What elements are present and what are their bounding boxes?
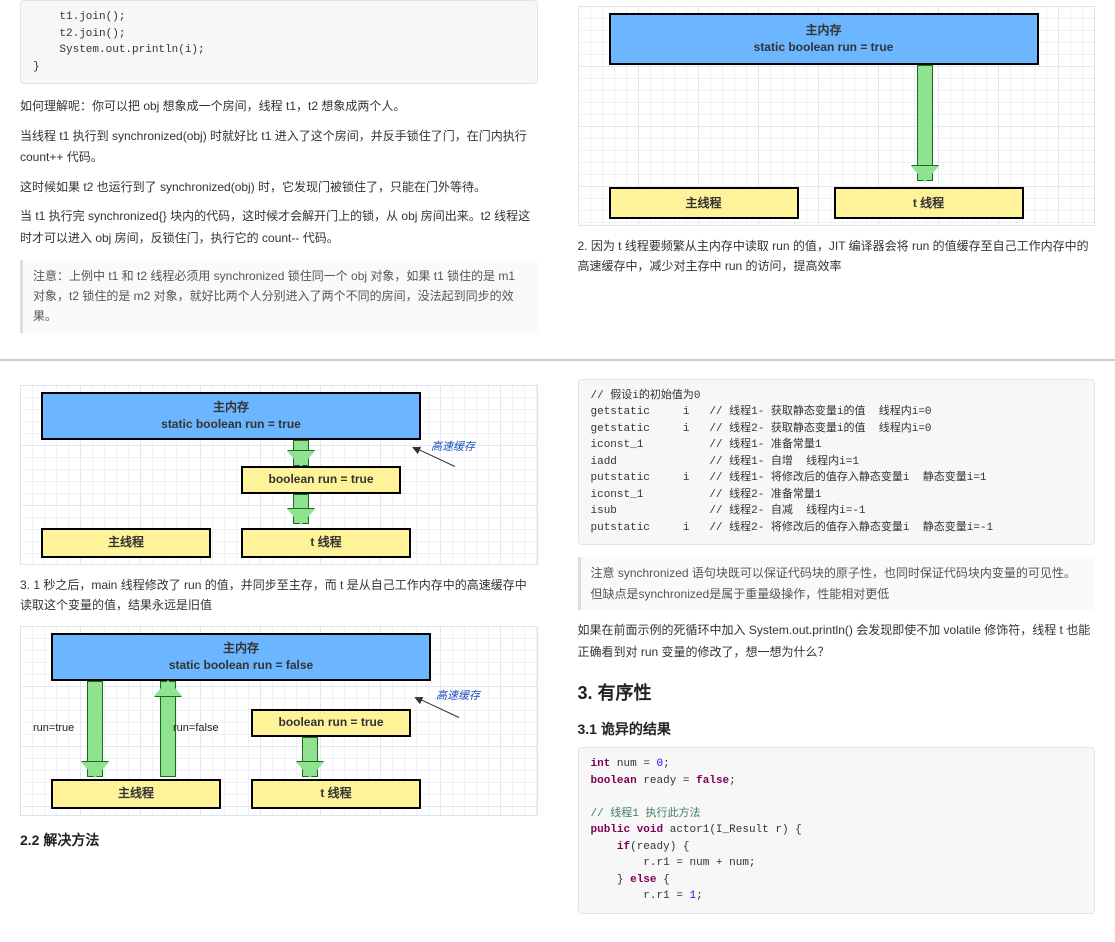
note-block: 注意：上例中 t1 和 t2 线程必须用 synchronized 锁住同一个 …	[20, 260, 538, 333]
paragraph: 当线程 t1 执行到 synchronized(obj) 时就好比 t1 进入了…	[20, 126, 538, 169]
edge-label: run=false	[173, 722, 219, 734]
heading-3: 3. 有序性	[578, 679, 1096, 705]
heading-3-1: 3.1 诡异的结果	[578, 719, 1096, 739]
box-cache: boolean run = true	[251, 709, 411, 737]
box-label: boolean run = true	[278, 714, 383, 731]
box-t-thread: t 线程	[251, 779, 421, 809]
box-main-thread: 主线程	[609, 187, 799, 219]
note-block: 注意 synchronized 语句块既可以保证代码块的原子性，也同时保证代码块…	[578, 557, 1096, 610]
page-bottom-left: 主内存 static boolean run = true 高速缓存 boole…	[0, 361, 558, 942]
paragraph: 如何理解呢：你可以把 obj 想象成一个房间，线程 t1，t2 想象成两个人。	[20, 96, 538, 118]
heading-2-2: 2.2 解决方法	[20, 830, 538, 850]
diagram-caption: 2. 因为 t 线程要频繁从主内存中读取 run 的值，JIT 编译器会将 ru…	[578, 236, 1096, 277]
diagram-caption: 3. 1 秒之后，main 线程修改了 run 的值，并同步至主存，而 t 是从…	[20, 575, 538, 616]
box-subtitle: static boolean run = true	[161, 416, 301, 433]
box-cache: boolean run = true	[241, 466, 401, 494]
box-label: 主线程	[118, 785, 154, 802]
box-t-thread: t 线程	[241, 528, 411, 558]
box-main-thread: 主线程	[41, 528, 211, 558]
diagram-memory-1: 主内存 static boolean run = true 主线程 t 线程	[578, 6, 1096, 226]
arrow-down-icon	[298, 737, 322, 777]
diagram-memory-2: 主内存 static boolean run = true 高速缓存 boole…	[20, 385, 538, 565]
box-label: boolean run = true	[268, 471, 373, 488]
arrow-down-icon	[288, 440, 314, 466]
paragraph: 这时候如果 t2 也运行到了 synchronized(obj) 时，它发现门被…	[20, 177, 538, 199]
box-title: 主内存	[213, 399, 249, 416]
box-main-thread: 主线程	[51, 779, 221, 809]
code-snippet-join: t1.join(); t2.join(); System.out.println…	[20, 0, 538, 84]
box-subtitle: static boolean run = true	[754, 39, 894, 56]
cache-label: 高速缓存	[431, 438, 475, 454]
box-label: t 线程	[913, 195, 944, 212]
cache-label: 高速缓存	[436, 687, 480, 703]
box-main-memory: 主内存 static boolean run = true	[609, 13, 1039, 65]
code-ordering-example: int num = 0; boolean ready = false; // 线…	[578, 747, 1096, 914]
box-label: 主线程	[685, 195, 721, 212]
page-top-right: 主内存 static boolean run = true 主线程 t 线程 2…	[558, 0, 1115, 359]
arrow-down-icon	[911, 65, 939, 181]
box-label: t 线程	[320, 785, 351, 802]
box-label: 主线程	[108, 534, 144, 551]
box-main-memory: 主内存 static boolean run = true	[41, 392, 421, 440]
paragraph: 当 t1 执行完 synchronized{} 块内的代码，这时候才会解开门上的…	[20, 206, 538, 249]
box-title: 主内存	[805, 22, 841, 39]
box-label: t 线程	[310, 534, 341, 551]
page-top-left: t1.join(); t2.join(); System.out.println…	[0, 0, 558, 359]
code-bytecode: // 假设i的初始值为0 getstatic i // 线程1- 获取静态变量i…	[578, 379, 1096, 546]
box-title: 主内存	[223, 640, 259, 657]
arrow-down-icon	[83, 681, 107, 777]
page-bottom-right: // 假设i的初始值为0 getstatic i // 线程1- 获取静态变量i…	[558, 361, 1115, 942]
edge-label: run=true	[33, 722, 74, 734]
box-subtitle: static boolean run = false	[169, 657, 313, 674]
box-t-thread: t 线程	[834, 187, 1024, 219]
paragraph: 如果在前面示例的死循环中加入 System.out.println() 会发现即…	[578, 620, 1096, 663]
arrow-down-icon	[288, 494, 314, 524]
box-main-memory: 主内存 static boolean run = false	[51, 633, 431, 681]
diagram-memory-3: 主内存 static boolean run = false 高速缓存 run=…	[20, 626, 538, 816]
